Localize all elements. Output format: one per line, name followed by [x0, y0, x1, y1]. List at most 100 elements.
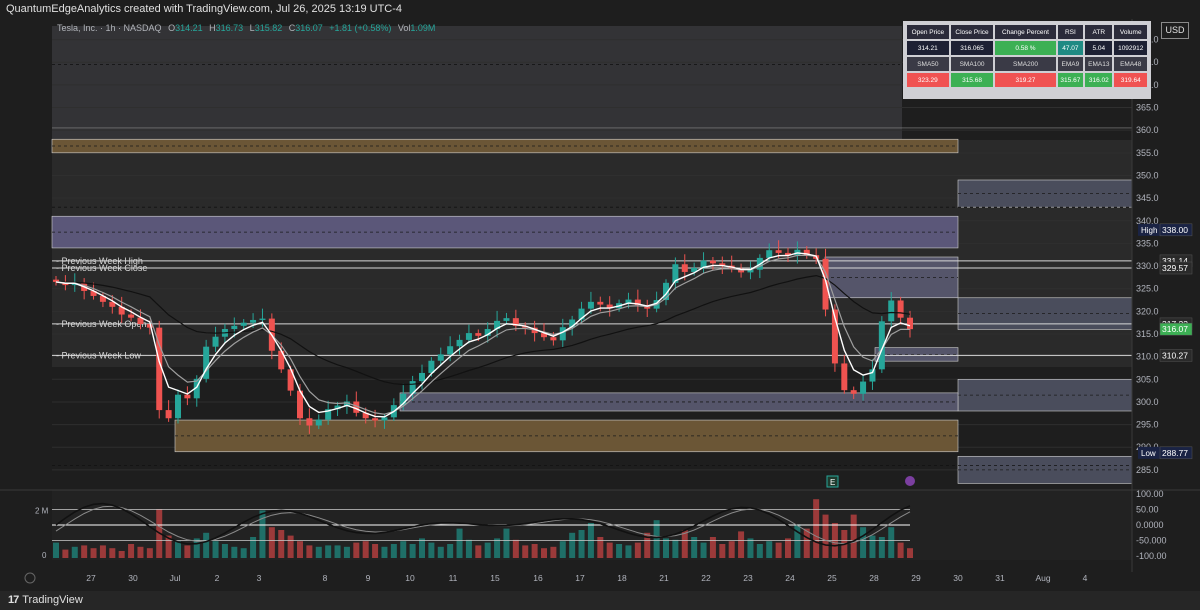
price-tick-label: 350.0 — [1136, 170, 1159, 180]
volume-bar — [390, 544, 397, 558]
volume-bar — [203, 532, 210, 558]
volume-bar — [287, 535, 294, 558]
candle-body — [250, 319, 257, 323]
candle-body — [709, 260, 716, 264]
stat-close-price: 316.065 — [950, 41, 994, 55]
stat-sma50: 323.29 — [907, 73, 949, 87]
volume-bar — [907, 548, 913, 558]
stat-header: Volume — [1114, 25, 1147, 39]
time-tick-label: 29 — [911, 573, 921, 583]
volume-bar — [278, 530, 285, 558]
stat-header: Close Price — [950, 25, 994, 39]
price-tick-label: 300.0 — [1136, 397, 1159, 407]
volume-bar — [90, 548, 97, 558]
stat-ma-label: SMA50 — [907, 57, 949, 71]
time-tick-label: 3 — [257, 573, 262, 583]
volume-bar — [465, 539, 472, 558]
volume-bar — [447, 544, 454, 558]
volume-bar — [268, 527, 275, 558]
volume-bar — [531, 544, 538, 558]
symbol-legend: Tesla, Inc. · 1h · NASDAQ O314.21 H316.7… — [57, 23, 435, 33]
candle-body — [315, 419, 322, 426]
volume-bar — [400, 541, 407, 558]
stat-sma100: 315.68 — [950, 73, 994, 87]
volume-bar — [109, 548, 116, 558]
volume-bar — [897, 542, 904, 558]
level-label: - Previous Week Open — [56, 319, 146, 329]
high-value: 316.73 — [215, 23, 244, 33]
candle-body — [165, 410, 172, 419]
volume-tick-label: 0 — [42, 551, 47, 560]
candle-body — [465, 333, 472, 340]
volume-bar — [738, 531, 745, 558]
candle-body — [306, 418, 313, 426]
price-tag-value: 316.07 — [1162, 324, 1188, 334]
volume-bar — [663, 538, 669, 558]
price-tag-value: 338.00 — [1162, 225, 1188, 235]
candle-body — [175, 394, 181, 419]
volume-bar — [785, 538, 791, 558]
candle-body — [897, 300, 904, 318]
stat-atr: 5.04 — [1085, 41, 1113, 55]
volume-bar — [184, 545, 191, 558]
stat-header: Open Price — [907, 25, 949, 39]
osc-tick-label: 50.00 — [1136, 505, 1159, 515]
volume-bar — [437, 546, 444, 558]
price-chart[interactable]: - Previous Week High- Previous Week Clos… — [0, 19, 1200, 591]
candle-body — [860, 381, 867, 394]
volume-bar — [728, 541, 735, 558]
time-tick-label: 17 — [575, 573, 585, 583]
time-tick-label: 8 — [323, 573, 328, 583]
time-tick-label: 11 — [449, 573, 458, 583]
volume-bar — [475, 545, 482, 558]
volume-bar — [306, 545, 313, 558]
stats-table: Open Price Close Price Change Percent RS… — [903, 21, 1151, 99]
volume-bar — [578, 530, 585, 558]
top-bar: QuantumEdgeAnalytics created with Tradin… — [0, 0, 1200, 19]
currency-button[interactable]: USD — [1161, 22, 1189, 39]
volume-bar — [334, 545, 341, 558]
price-tag-label: Low — [1141, 449, 1156, 458]
time-tick-label: 18 — [617, 573, 627, 583]
volume-bar — [343, 546, 350, 558]
volume-bar — [325, 545, 332, 558]
candle-body — [419, 372, 425, 382]
volume-bar — [62, 549, 69, 558]
candle-body — [597, 301, 604, 305]
volume-bar — [297, 541, 303, 558]
volume-bar — [381, 546, 388, 558]
stat-open-price: 314.21 — [907, 41, 949, 55]
volume-bar — [428, 542, 435, 558]
stat-ma-label: SMA100 — [950, 57, 994, 71]
time-tick-label: 30 — [128, 573, 138, 583]
time-tick-label: Aug — [1035, 573, 1050, 583]
price-tick-label: 330.0 — [1136, 261, 1159, 271]
stat-ema9: 315.67 — [1057, 73, 1084, 87]
low-value: 315.82 — [254, 23, 283, 33]
credit-text: QuantumEdgeAnalytics created with Tradin… — [6, 3, 403, 15]
price-tag-value: 329.57 — [1162, 263, 1188, 273]
candle-body — [259, 318, 266, 320]
price-tag-label: High — [1141, 226, 1157, 235]
volume-bar — [456, 528, 463, 558]
candle-body — [766, 250, 773, 258]
tradingview-logo[interactable]: 17 TradingView — [8, 594, 83, 606]
volume-bar — [888, 527, 895, 558]
time-tick-label: 9 — [366, 573, 371, 583]
time-tick-label: 16 — [533, 573, 543, 583]
volume-bar — [522, 545, 529, 558]
volume-bar — [803, 528, 810, 558]
stat-sma200: 319.27 — [995, 73, 1056, 87]
candle-body — [681, 264, 688, 272]
volume-bar — [822, 514, 829, 558]
candle-body — [550, 337, 557, 341]
candle-body — [240, 322, 247, 326]
volume-bar — [231, 546, 238, 558]
time-tick-label: 31 — [995, 573, 1005, 583]
volume-bar — [81, 545, 88, 558]
volume-bar — [653, 520, 660, 558]
candle-body — [184, 394, 191, 399]
volume-bar — [175, 541, 181, 558]
volume-bar — [372, 544, 379, 558]
time-tick-label: 24 — [785, 573, 795, 583]
